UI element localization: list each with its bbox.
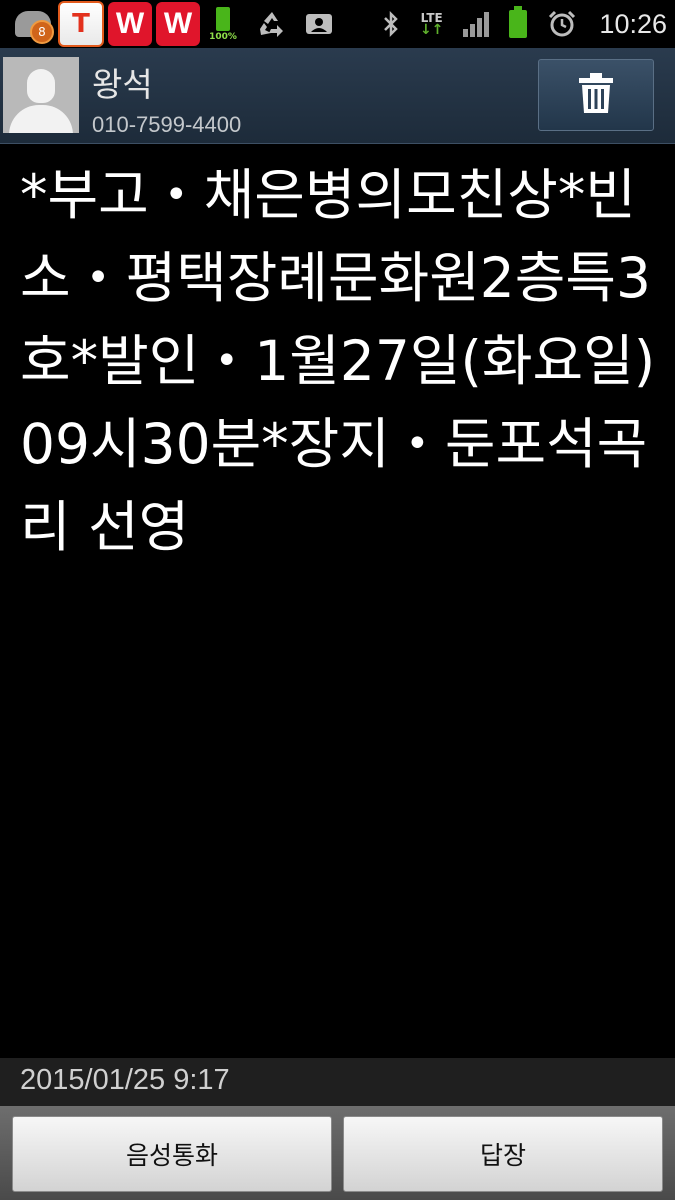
w-app-icon-2[interactable]: W <box>156 2 200 46</box>
voice-call-button[interactable]: 음성통화 <box>12 1116 332 1192</box>
message-body: *부고・채은병의모친상*빈소・평택장례문화원2층특3호*발인・1월27일(화요일… <box>20 163 656 559</box>
battery-small-icon: 100% <box>204 0 242 48</box>
trash-icon <box>576 71 616 119</box>
notification-count-badge: 8 <box>30 20 54 44</box>
bluetooth-icon <box>382 0 400 48</box>
message-notification-icon[interactable]: 8 <box>0 0 58 48</box>
screen: 8 T W W 100% LTE ↓↑ 10:26 왕석 010-7599-44… <box>0 0 675 1200</box>
timestamp-bar: 2015/01/25 9:17 <box>0 1058 675 1106</box>
battery-icon <box>509 0 528 48</box>
voicemail-icon <box>304 0 334 48</box>
battery-small-percent: 100% <box>209 31 237 42</box>
action-bar: 음성통화 답장 <box>0 1106 675 1200</box>
delete-button[interactable] <box>538 59 654 131</box>
lte-icon: LTE ↓↑ <box>419 11 444 38</box>
t-app-icon[interactable]: T <box>58 1 104 47</box>
status-bar: 8 T W W 100% LTE ↓↑ 10:26 <box>0 0 675 48</box>
w-app-icon[interactable]: W <box>108 2 152 46</box>
contact-number: 010-7599-4400 <box>92 112 242 137</box>
contact-name: 왕석 <box>92 65 153 104</box>
recycle-icon <box>256 0 288 48</box>
avatar[interactable] <box>3 57 79 133</box>
clock: 10:26 <box>599 8 667 39</box>
message-timestamp: 2015/01/25 9:17 <box>20 1064 230 1096</box>
contact-header: 왕석 010-7599-4400 <box>0 48 675 144</box>
signal-icon <box>463 0 490 48</box>
alarm-icon <box>547 0 577 48</box>
reply-button[interactable]: 답장 <box>343 1116 663 1192</box>
